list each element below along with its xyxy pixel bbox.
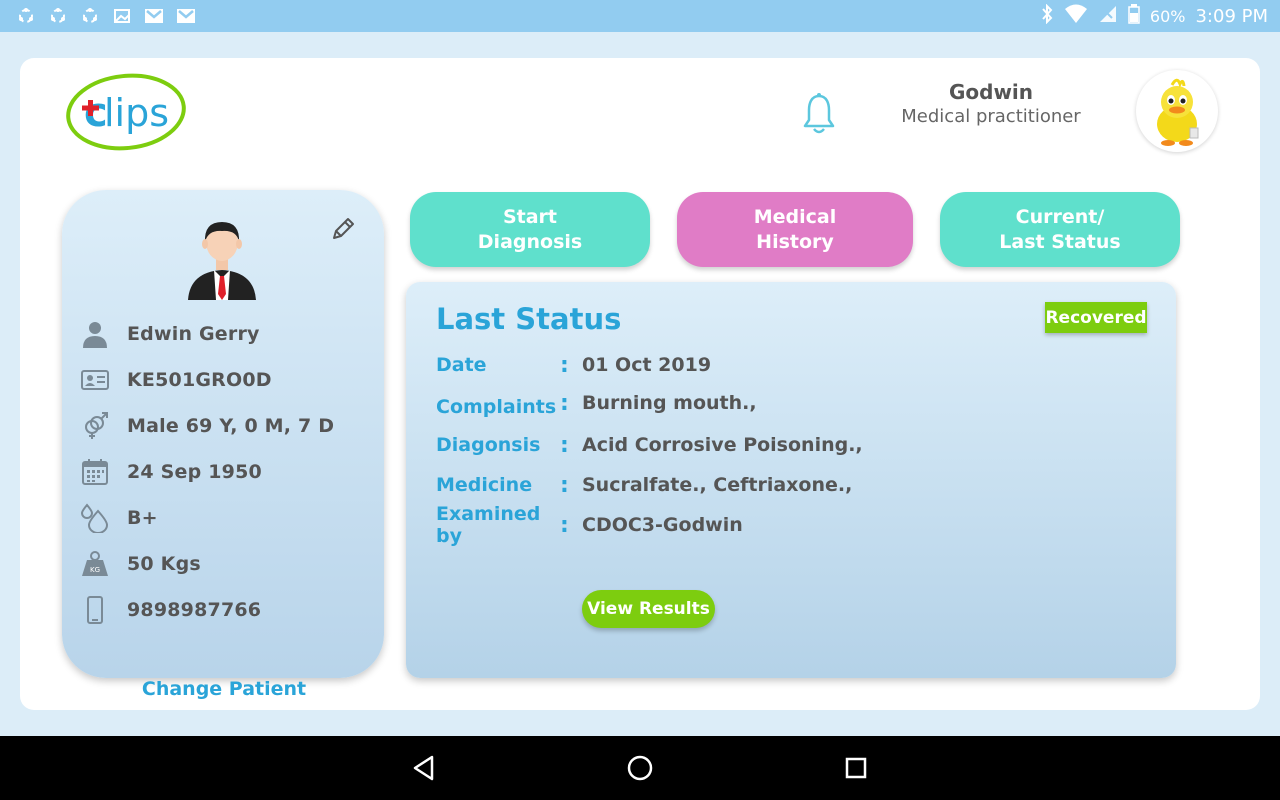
calendar-icon <box>80 457 110 487</box>
status-colon: : <box>560 512 569 538</box>
view-results-button[interactable]: View Results <box>582 590 715 628</box>
patient-phone: 9898987766 <box>127 599 262 621</box>
status-value: 01 Oct 2019 <box>582 354 712 376</box>
user-avatar[interactable] <box>1136 70 1218 152</box>
bell-icon[interactable] <box>800 92 838 136</box>
weight-icon: KG <box>80 549 110 579</box>
status-badge: Recovered <box>1045 302 1147 333</box>
status-colon: : <box>560 390 569 416</box>
clock: 3:09 PM <box>1195 5 1268 27</box>
current-last-status-label: Current/ Last Status <box>999 205 1121 253</box>
status-label: Date <box>436 354 487 376</box>
bluetooth-icon <box>1040 3 1054 28</box>
patient-avatar <box>184 212 260 300</box>
pencil-icon[interactable] <box>330 216 356 242</box>
sim-icon <box>1098 4 1118 28</box>
wifi-icon <box>1064 4 1088 28</box>
patient-dob-row: 24 Sep 1950 <box>80 456 262 488</box>
patient-phone-row: 9898987766 <box>80 594 261 626</box>
status-colon: : <box>560 472 569 498</box>
status-label: Examined by <box>436 503 541 547</box>
gender-icon <box>80 411 110 441</box>
status-value: Sucralfate., Ceftriaxone., <box>582 474 853 496</box>
clips-logo: c lips <box>66 70 190 154</box>
status-colon: : <box>560 432 569 458</box>
status-row-diagnosis: Diagonsis : Acid Corrosive Poisoning., <box>436 430 863 460</box>
current-last-status-button[interactable]: Current/ Last Status <box>940 192 1180 267</box>
patient-weight-row: KG 50 Kgs <box>80 548 201 580</box>
status-value: Acid Corrosive Poisoning., <box>582 434 863 456</box>
status-label: Medicine <box>436 474 533 496</box>
home-icon[interactable] <box>624 752 656 784</box>
gmail-icon <box>176 6 196 26</box>
status-bar: 60% 3:09 PM <box>0 0 1280 32</box>
change-patient-link[interactable]: Change Patient <box>124 678 324 700</box>
patient-name: Edwin Gerry <box>127 323 260 345</box>
status-value: CDOC3-Godwin <box>582 514 743 536</box>
android-nav-bar <box>0 736 1280 800</box>
status-label: Complaints <box>436 396 557 418</box>
battery-icon <box>1128 4 1140 28</box>
status-row-date: Date : 01 Oct 2019 <box>436 350 711 380</box>
sync-icon <box>80 6 100 26</box>
user-role: Medical practitioner <box>901 106 1081 127</box>
last-status-title: Last Status <box>436 302 622 336</box>
medical-history-label: Medical History <box>753 205 837 253</box>
status-colon: : <box>560 352 569 378</box>
patient-id: KE501GRO0D <box>127 369 272 391</box>
patient-weight: 50 Kgs <box>127 553 201 575</box>
blood-drop-icon <box>80 503 110 533</box>
patient-gender-row: Male 69 Y, 0 M, 7 D <box>80 410 334 442</box>
status-row-medicine: Medicine : Sucralfate., Ceftriaxone., <box>436 470 852 500</box>
start-diagnosis-button[interactable]: Start Diagnosis <box>410 192 650 267</box>
patient-blood-row: B+ <box>80 502 158 534</box>
person-icon <box>80 319 110 349</box>
logo-text: lips <box>104 91 169 135</box>
patient-name-row: Edwin Gerry <box>80 318 260 350</box>
battery-percent: 60% <box>1149 6 1186 26</box>
sync-icon <box>16 6 36 26</box>
gmail-icon <box>144 6 164 26</box>
patient-id-row: KE501GRO0D <box>80 364 272 396</box>
user-name: Godwin <box>948 80 1034 104</box>
recents-icon[interactable] <box>840 752 872 784</box>
patient-gender-age: Male 69 Y, 0 M, 7 D <box>127 415 335 437</box>
start-diagnosis-label: Start Diagnosis <box>477 205 583 253</box>
mobile-phone-icon <box>80 595 110 625</box>
status-row-examined-by: Examined by : CDOC3-Godwin <box>436 503 743 547</box>
id-card-icon <box>80 365 110 395</box>
status-label: Diagonsis <box>436 434 541 456</box>
status-row-complaints: Complaints : Burning mouth., <box>436 388 757 419</box>
image-icon <box>112 6 132 26</box>
status-value: Burning mouth., <box>582 392 757 414</box>
back-icon[interactable] <box>408 752 440 784</box>
sync-icon <box>48 6 68 26</box>
svg-text:KG: KG <box>90 566 100 574</box>
patient-dob: 24 Sep 1950 <box>127 461 262 483</box>
medical-history-button[interactable]: Medical History <box>677 192 913 267</box>
patient-blood-group: B+ <box>127 507 158 529</box>
